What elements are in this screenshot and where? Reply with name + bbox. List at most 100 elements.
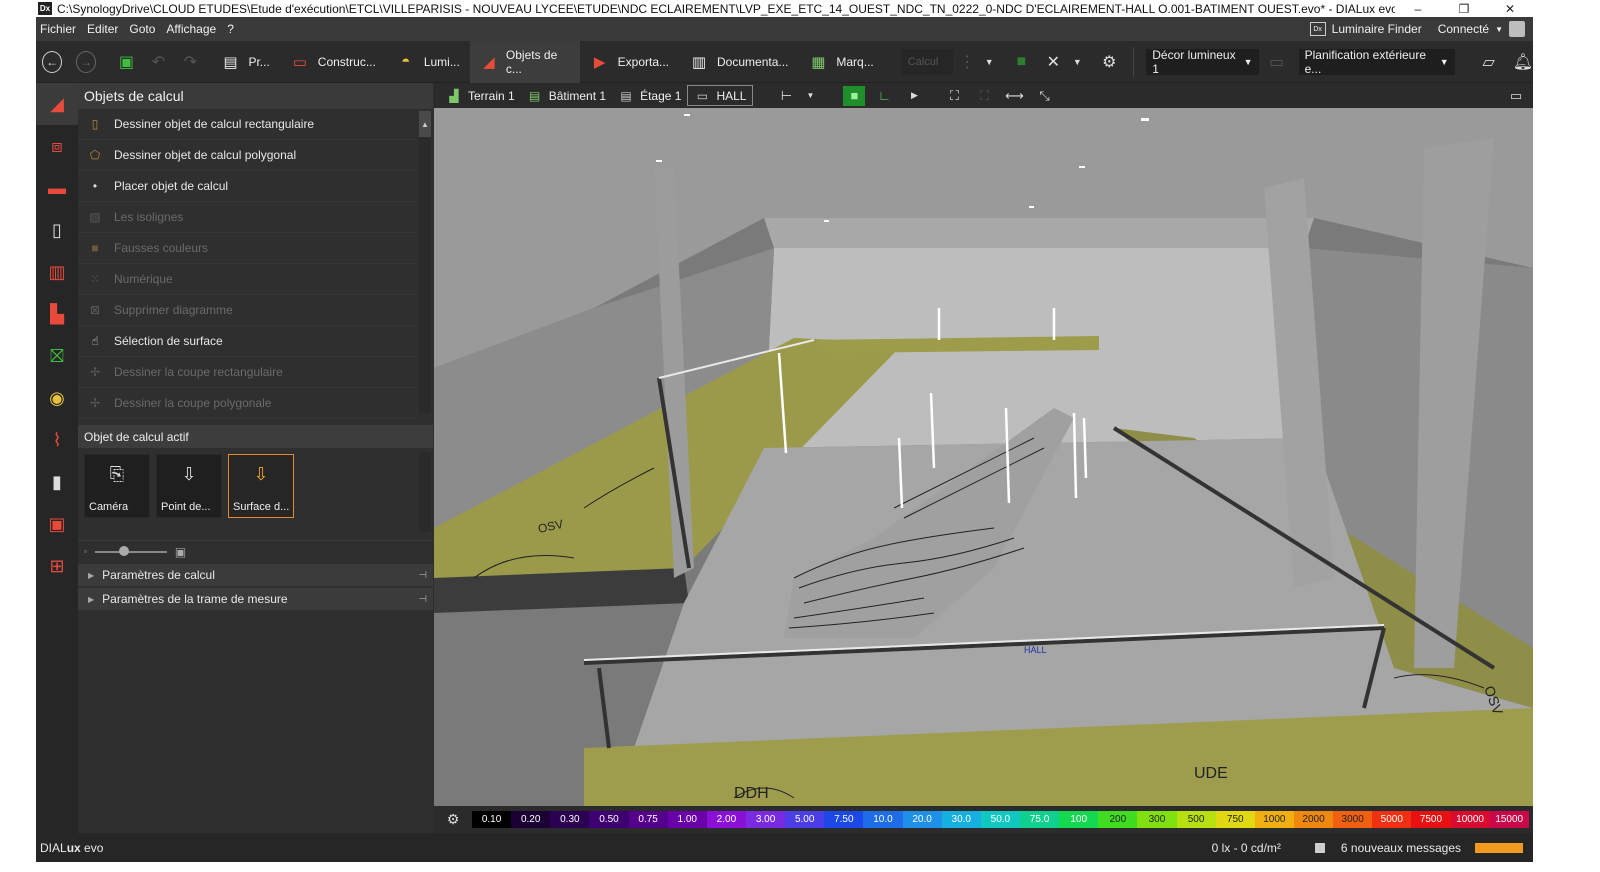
rail-hierarchy[interactable]: ⊞ xyxy=(36,545,78,587)
cancel-dropdown-button[interactable]: ▼ xyxy=(1067,51,1087,73)
planning-dropdown[interactable]: Planification extérieure e... ▼ xyxy=(1298,48,1455,76)
scene-render[interactable]: HALL OSV UDE DDH OSV xyxy=(434,108,1533,806)
minimize-button[interactable]: – xyxy=(1395,2,1441,16)
tab-luminaires[interactable]: ◓ Lumi... xyxy=(386,41,470,83)
account-menu[interactable]: Connecté ▼ xyxy=(1430,17,1533,41)
marker-icon: ▦ xyxy=(811,53,826,71)
section-calc-parameters[interactable]: ▶ Paramètres de calcul ⊣ xyxy=(78,564,433,586)
rail-ugr[interactable]: ⌇ xyxy=(36,419,78,461)
forward-button[interactable]: → xyxy=(76,50,97,73)
breadcrumb-floor[interactable]: ▤ Étage 1 xyxy=(612,83,687,108)
tool-section-polygonal[interactable]: ✢ Dessiner la coupe polygonale xyxy=(78,388,416,419)
tab-documentation[interactable]: ▥ Documenta... xyxy=(679,41,798,83)
tool-false-colors[interactable]: ■ Fausses couleurs xyxy=(78,233,416,264)
rail-emergency[interactable]: ⛝ xyxy=(36,335,78,377)
measure-button[interactable]: ⟷ xyxy=(1003,86,1025,106)
section-label: Paramètres de calcul xyxy=(102,568,215,582)
rail-cylinder[interactable]: ▯ xyxy=(36,209,78,251)
pin-icon[interactable]: ⊣ xyxy=(418,594,427,605)
light-scene-edit-button[interactable]: ▭ xyxy=(1267,51,1287,73)
calc-status-button[interactable]: ■ xyxy=(1011,51,1031,73)
eye-icon: ◉ xyxy=(49,387,65,408)
panel-scrollbar[interactable]: ▲ xyxy=(419,111,431,413)
fullscreen-button[interactable]: ▭ xyxy=(1505,86,1527,106)
tab-markers[interactable]: ▦ Marq... xyxy=(798,41,883,83)
tool-section-rectangular[interactable]: ✢ Dessiner la coupe rectangulaire xyxy=(78,357,416,388)
view-mode-dropdown[interactable]: ▼ xyxy=(799,86,821,106)
undo-button[interactable]: ↶ xyxy=(148,51,168,73)
tool-surface-selection[interactable]: ☝ Sélection de surface xyxy=(78,326,416,357)
breadcrumb-building[interactable]: ▤ Bâtiment 1 xyxy=(521,83,612,108)
tool-isolines[interactable]: ▨ Les isolignes xyxy=(78,202,416,233)
breadcrumb-room[interactable]: ▭ HALL xyxy=(687,85,754,106)
slider-thumb[interactable] xyxy=(118,545,129,556)
chevron-down-icon: ▼ xyxy=(1072,56,1082,67)
tool-place-object[interactable]: • Placer objet de calcul xyxy=(78,171,416,202)
notifications-button[interactable]: 🔔︎ xyxy=(1513,51,1533,73)
menu-goto[interactable]: Goto xyxy=(125,22,162,36)
calc-options-button[interactable]: ⋮ xyxy=(957,51,977,73)
tool-draw-rectangular[interactable]: ▯ Dessiner objet de calcul rectangulaire xyxy=(78,109,416,140)
object-point[interactable]: ⇩ Point de... xyxy=(156,454,222,518)
tab-project[interactable]: ▤ Pr... xyxy=(210,41,279,83)
render-mode-button[interactable]: ■ xyxy=(843,85,866,106)
ruler-icon: ⟷ xyxy=(1005,87,1024,103)
menu-affichage[interactable]: Affichage xyxy=(162,22,223,36)
light-scene-dropdown[interactable]: Décor lumineux 1 ▼ xyxy=(1146,48,1259,76)
messages-link[interactable]: 6 nouveaux messages xyxy=(1341,841,1461,855)
object-camera[interactable]: ⎘ Caméra xyxy=(84,454,150,518)
tool-draw-polygonal[interactable]: ⬠ Dessiner objet de calcul polygonal xyxy=(78,140,416,171)
rail-room[interactable]: ⧈ xyxy=(36,125,78,167)
tiles-scrollbar[interactable] xyxy=(419,452,431,532)
save-button[interactable]: ▣ xyxy=(116,51,136,73)
tile-size-slider[interactable]: ▫ ▣ xyxy=(78,540,433,562)
zoom-extents-button[interactable]: ⛶ xyxy=(943,86,965,106)
dimension-button[interactable]: ⤡ xyxy=(1033,86,1055,106)
zoom-selection-icon: ⛶ xyxy=(979,87,990,103)
play-button[interactable]: ▶ xyxy=(903,86,925,106)
menu-help[interactable]: ? xyxy=(223,22,241,36)
settings-button[interactable]: ⚙ xyxy=(1099,51,1119,73)
slider-track[interactable] xyxy=(94,545,167,556)
breadcrumb-terrain[interactable]: ▟ Terrain 1 xyxy=(440,83,521,108)
tool-numeric[interactable]: ⁙ Numérique xyxy=(78,264,416,295)
avatar[interactable] xyxy=(1509,21,1525,37)
restore-button[interactable]: ❐ xyxy=(1441,2,1487,16)
plan-view-icon: ⊢ xyxy=(780,87,793,103)
pin-icon[interactable]: ⊣ xyxy=(418,570,427,581)
rail-wall[interactable]: ▥ xyxy=(36,251,78,293)
section-grid-parameters[interactable]: ▶ Paramètres de la trame de mesure ⊣ xyxy=(78,588,433,610)
cancel-calc-button[interactable]: ✕ xyxy=(1043,51,1063,73)
close-button[interactable]: ✕ xyxy=(1487,2,1533,16)
rail-door[interactable]: ▮ xyxy=(36,461,78,503)
redo-button[interactable]: ↷ xyxy=(180,51,200,73)
rail-calc-objects[interactable]: ◢ xyxy=(36,83,78,125)
message-icon[interactable] xyxy=(1314,842,1325,853)
tool-delete-diagram[interactable]: ⊠ Supprimer diagramme xyxy=(78,295,416,326)
rail-frame[interactable]: ▣ xyxy=(36,503,78,545)
floor-label: DDH xyxy=(734,785,769,802)
calcul-button[interactable]: Calcul xyxy=(901,48,954,75)
scale-settings-button[interactable]: ⚙ xyxy=(434,811,472,828)
tool-label: Dessiner la coupe rectangulaire xyxy=(114,365,283,379)
3d-viewport[interactable]: HALL OSV UDE DDH OSV xyxy=(434,108,1533,806)
back-button[interactable]: ← xyxy=(42,50,63,73)
scroll-up-icon[interactable]: ▲ xyxy=(419,111,431,137)
view-mode-button[interactable]: ⊢ xyxy=(775,86,797,106)
menu-editer[interactable]: Editer xyxy=(83,22,125,36)
rail-observer[interactable]: ◉ xyxy=(36,377,78,419)
connected-label: Connecté xyxy=(1437,22,1490,36)
calc-dropdown-button[interactable]: ▼ xyxy=(979,51,999,73)
zoom-selection-button[interactable]: ⛶ xyxy=(973,86,995,106)
tab-construction[interactable]: ▭ Construc... xyxy=(280,41,386,83)
menu-fichier[interactable]: Fichier xyxy=(36,22,83,36)
tab-calc-objects[interactable]: ◢ Objets de c... xyxy=(469,40,580,83)
surface-tool-button[interactable]: ▱ xyxy=(1479,51,1499,73)
rail-section[interactable]: ▙ xyxy=(36,293,78,335)
rail-surfaces[interactable]: ▬ xyxy=(36,167,78,209)
ugr-icon: ⌇ xyxy=(52,429,62,450)
luminaire-finder-button[interactable]: Dx Luminaire Finder xyxy=(1302,17,1430,41)
object-surface[interactable]: ⇩ Surface d... xyxy=(228,454,294,518)
tab-export[interactable]: ▶ Exporta... xyxy=(580,41,679,83)
axis-view-button[interactable]: ∟ xyxy=(873,86,895,106)
